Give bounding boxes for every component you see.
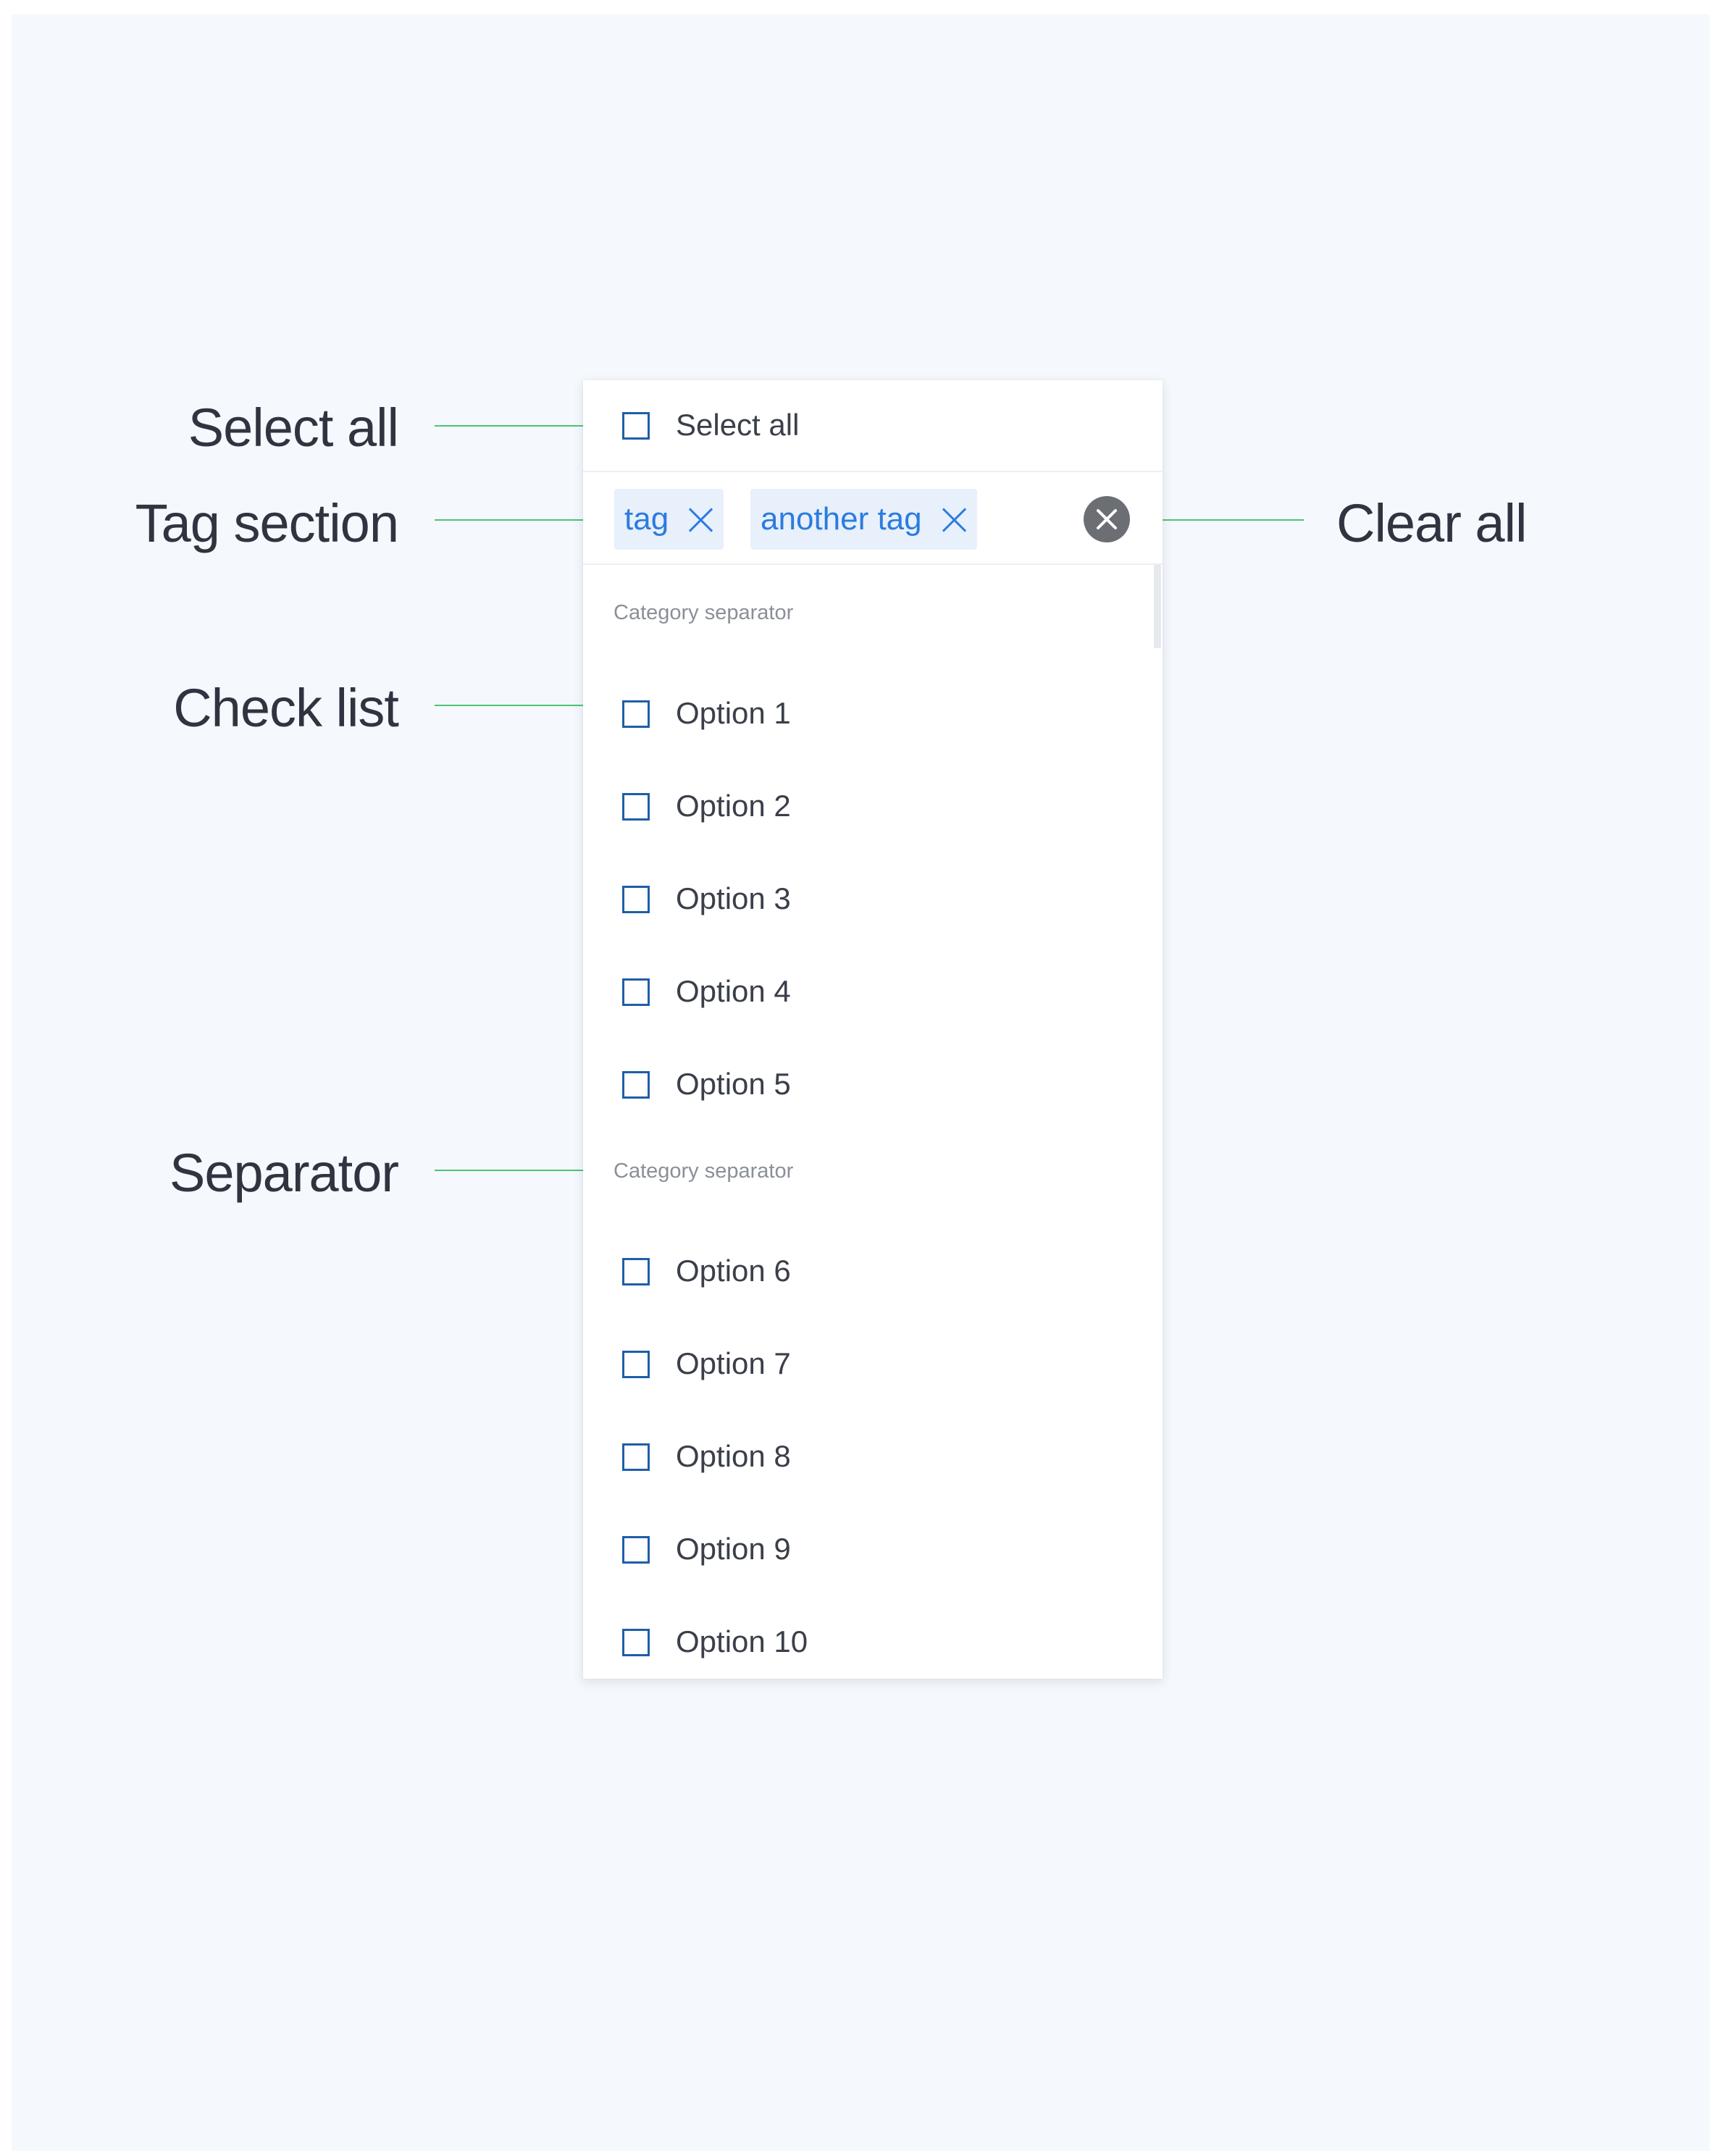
divider <box>583 471 1163 472</box>
option-row[interactable]: Option 7 <box>583 1319 1163 1412</box>
option-row[interactable]: Option 2 <box>583 761 1163 854</box>
option-row[interactable]: Option 4 <box>583 947 1163 1039</box>
option-row[interactable]: Option 10 <box>583 1597 1163 1690</box>
option-label: Option 3 <box>676 881 791 915</box>
tag-chip[interactable]: another tag <box>750 489 977 550</box>
tag-label: tag <box>624 501 669 537</box>
annotation-clear-all: Clear all <box>1336 493 1527 553</box>
annotation-select-all: Select all <box>188 398 399 458</box>
option-checkbox[interactable] <box>622 1258 650 1285</box>
option-label: Option 1 <box>676 696 791 730</box>
scrollbar-thumb[interactable] <box>1154 565 1161 648</box>
option-label: Option 7 <box>676 1346 791 1380</box>
close-icon[interactable] <box>687 506 713 532</box>
category-separator: Category separator <box>614 601 794 624</box>
option-row[interactable]: Option 1 <box>583 668 1163 761</box>
option-label: Option 4 <box>676 974 791 1008</box>
option-label: Option 10 <box>676 1624 808 1658</box>
select-all-checkbox[interactable] <box>622 412 650 440</box>
select-all-row[interactable]: Select all <box>583 380 1163 473</box>
option-label: Option 6 <box>676 1254 791 1288</box>
annotation-check-list: Check list <box>173 678 399 738</box>
option-checkbox[interactable] <box>622 978 650 1006</box>
option-checkbox[interactable] <box>622 793 650 821</box>
clear-circle-icon[interactable] <box>1084 496 1130 542</box>
option-row[interactable]: Option 9 <box>583 1504 1163 1597</box>
tag-chip[interactable]: tag <box>614 489 724 550</box>
option-row[interactable]: Option 3 <box>583 854 1163 947</box>
annotation-separator: Separator <box>169 1143 399 1203</box>
select-all-label: Select all <box>676 408 800 442</box>
option-checkbox[interactable] <box>622 886 650 913</box>
option-checkbox[interactable] <box>622 700 650 728</box>
option-label: Option 5 <box>676 1067 791 1101</box>
option-label: Option 2 <box>676 789 791 823</box>
option-checkbox[interactable] <box>622 1443 650 1471</box>
annotation-tag-section: Tag section <box>135 493 399 553</box>
divider <box>583 563 1163 565</box>
option-label: Option 9 <box>676 1532 791 1566</box>
multiselect-dropdown-panel: Select all Category separator Option 1 O… <box>583 380 1163 1679</box>
option-row[interactable]: Option 5 <box>583 1039 1163 1132</box>
option-row[interactable]: Option 8 <box>583 1412 1163 1504</box>
option-checkbox[interactable] <box>622 1536 650 1564</box>
close-icon[interactable] <box>941 506 967 532</box>
category-separator: Category separator <box>614 1159 794 1183</box>
option-row[interactable]: Option 6 <box>583 1226 1163 1319</box>
option-checkbox[interactable] <box>622 1351 650 1378</box>
option-checkbox[interactable] <box>622 1629 650 1656</box>
option-checkbox[interactable] <box>622 1071 650 1099</box>
tag-label: another tag <box>761 501 922 537</box>
option-label: Option 8 <box>676 1439 791 1473</box>
